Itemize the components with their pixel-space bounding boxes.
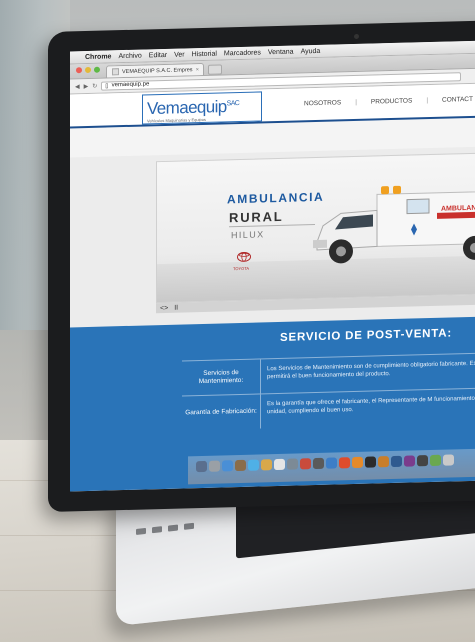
firefox-icon[interactable] [352, 456, 363, 469]
window-controls [76, 66, 100, 74]
indesign-icon[interactable] [404, 455, 415, 467]
terminal-icon[interactable] [365, 456, 376, 468]
address-url: vemaequip.pe [111, 81, 150, 89]
minimize-window-button[interactable] [85, 66, 91, 74]
laptop-lid: Chrome Archivo Editar Ver Historial Marc… [48, 19, 475, 513]
photo-icon[interactable] [313, 457, 324, 470]
chrome-icon[interactable] [339, 457, 350, 469]
menu-ventana[interactable]: Ventana [268, 48, 294, 56]
new-tab-button[interactable] [208, 64, 222, 75]
trash-icon[interactable] [443, 454, 454, 466]
nav-nosotros[interactable]: NOSOTROS [290, 99, 355, 108]
menu-historial[interactable]: Historial [192, 50, 217, 58]
reload-icon[interactable]: ↻ [92, 82, 97, 89]
truck-label: AMBULANCIA [441, 204, 475, 212]
menu-ver[interactable]: Ver [174, 51, 185, 58]
browser-tab[interactable]: VEMAEQUIP S.A.C. Empres × [106, 62, 204, 78]
site-logo[interactable]: VemaequipSAC Vehículos Maquinarias y Equ… [142, 91, 262, 125]
slider-prev-next-icon[interactable]: <> [160, 304, 168, 311]
app-icon[interactable] [430, 454, 441, 467]
tab-close-icon[interactable]: × [196, 67, 199, 73]
slider-pause-icon[interactable]: II [174, 304, 178, 311]
appstore-icon[interactable] [326, 457, 337, 469]
row-value: Los Servicios de Mantenimiento son de cu… [267, 360, 475, 381]
illustrator-icon[interactable] [378, 456, 389, 468]
photo-scene: Chrome Archivo Editar Ver Historial Marc… [0, 0, 475, 642]
logo-suffix: SAC [226, 100, 240, 108]
photoshop-icon[interactable] [391, 455, 402, 468]
nav-productos[interactable]: PRODUCTOS [357, 97, 426, 106]
ambulance-truck-image: AMBULANCIA [313, 185, 475, 264]
hero-slider: AMBULANCIA RURAL HILUX TOYOTA AMBULANCIA… [70, 145, 475, 328]
forward-arrow-icon[interactable]: ▶ [84, 82, 89, 89]
contacts-icon[interactable] [261, 459, 272, 471]
table-row: Servicios de Mantenimiento: Los Servicio… [182, 351, 475, 396]
close-window-button[interactable] [76, 67, 82, 74]
menu-marcadores[interactable]: Marcadores [224, 49, 261, 57]
favicon-icon [112, 68, 119, 76]
camera-icon [354, 33, 359, 40]
hero-subtitle: RURAL [229, 208, 284, 226]
post-venta-table: Servicios de Mantenimiento: Los Servicio… [182, 351, 475, 431]
mail-icon[interactable] [235, 459, 246, 472]
calendar-icon[interactable] [274, 458, 285, 471]
menu-editar[interactable]: Editar [149, 51, 167, 58]
hero-slide[interactable]: AMBULANCIA RURAL HILUX TOYOTA AMBULANCIA [156, 151, 475, 304]
zoom-window-button[interactable] [94, 66, 100, 73]
row-key: Garantía de Fabricación: [182, 394, 261, 431]
toyota-logo-icon [237, 251, 251, 262]
post-venta-title: SERVICIO DE POST-VENTA: [280, 327, 452, 344]
music-icon[interactable] [300, 458, 311, 470]
nav-contacto[interactable]: CONTACT [428, 96, 475, 105]
launchpad-icon[interactable] [209, 460, 220, 472]
hero-model: HILUX [231, 229, 265, 241]
toyota-label: TOYOTA [233, 265, 250, 272]
menu-archivo[interactable]: Archivo [118, 52, 141, 60]
main-nav: NOSOTROS | PRODUCTOS | CONTACT [290, 96, 475, 108]
logo-name: Vemaequip [147, 97, 227, 119]
row-value: Es la garantía que ofrece el fabricante,… [267, 395, 475, 416]
laptop-screen: Chrome Archivo Editar Ver Historial Marc… [70, 39, 475, 492]
safari-icon[interactable] [222, 460, 233, 472]
preview-icon[interactable] [287, 458, 298, 470]
messages-icon[interactable] [248, 459, 259, 471]
row-key: Servicios de Mantenimiento: [182, 359, 261, 396]
menu-app-name[interactable]: Chrome [85, 53, 111, 61]
menu-ayuda[interactable]: Ayuda [301, 47, 321, 55]
back-arrow-icon[interactable]: ◀ [75, 83, 80, 90]
page-icon: ▯ [105, 82, 109, 90]
tab-title: VEMAEQUIP S.A.C. Empres [122, 66, 193, 75]
finder-icon[interactable] [196, 460, 207, 473]
side-ports [136, 522, 194, 535]
spotify-icon[interactable] [417, 455, 428, 467]
